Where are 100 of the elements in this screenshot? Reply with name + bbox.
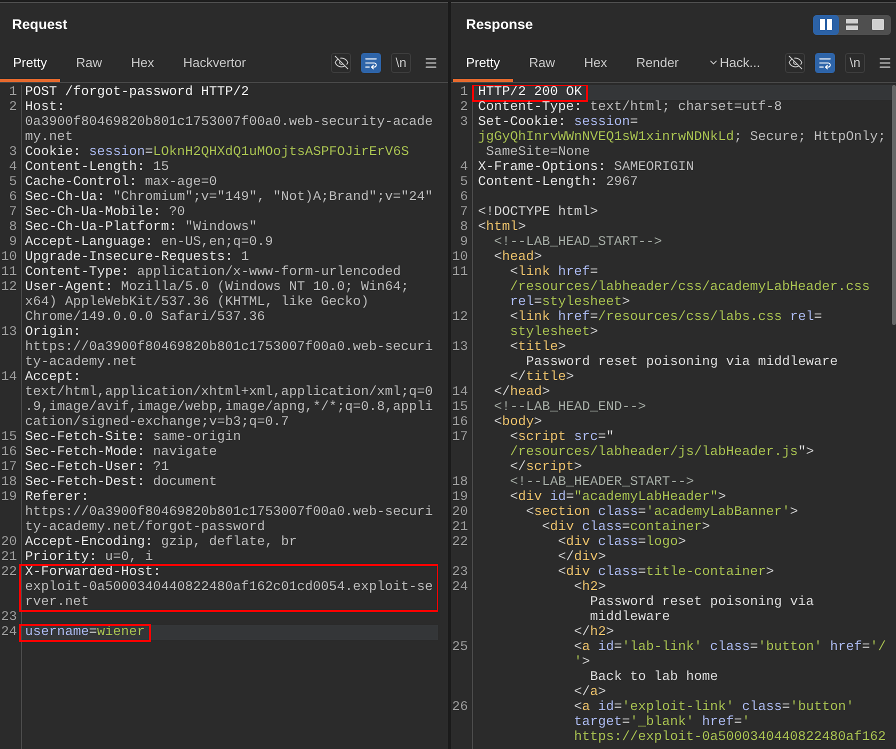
line-number: 16 (1, 445, 17, 460)
code-line: <div class=logo> (558, 535, 686, 550)
code-line: <!--LAB_HEAD_END--> (494, 400, 646, 415)
tab[interactable]: Raw (516, 46, 568, 82)
tab[interactable]: Raw (62, 46, 115, 82)
code-line: x64) AppleWebKit/537.36 (KHTML, like Gecko) (25, 295, 369, 310)
code-line: text/html,application/xhtml+xml,application/xml;q=0 (25, 385, 433, 400)
code-line: Sec-Ch-Ua-Mobile: ?0 (25, 205, 185, 220)
code-line: exploit-0a5000340440822480af162c01cd0054.exploit-se (25, 580, 433, 595)
code-line: Back to lab home (590, 670, 718, 685)
code-line: User-Agent: Mozilla/5.0 (Windows NT 10.0; Win64; (25, 280, 409, 295)
view-button[interactable] (813, 14, 839, 34)
wrap-toggle-button[interactable] (815, 52, 835, 72)
code-line: my.net (25, 130, 73, 145)
code-line: <!--LAB_HEADER_START--> (510, 475, 694, 490)
line-number: 6 (9, 190, 17, 205)
code-line: <section class='academyLabBanner'> (526, 505, 798, 520)
newline-toggle-button[interactable]: \n (845, 52, 865, 72)
code-line: Cache-Control: max-age=0 (25, 175, 217, 190)
line-number: 4 (9, 160, 17, 175)
code-line: <a id='lab-link' class='button' href='/ (574, 640, 886, 655)
tab[interactable]: Pretty (453, 46, 513, 82)
code-line: <body> (494, 415, 542, 430)
code-line: https://exploit-0a5000340440822480af162 (574, 730, 886, 745)
code-line: SameSite=None (486, 145, 590, 160)
code-line: <head> (494, 250, 542, 265)
tab[interactable]: Hex (118, 46, 168, 82)
rows-icon (846, 19, 858, 30)
line-number: 15 (1, 430, 17, 445)
code-line: <link href=/resources/css/labs.css rel= (510, 310, 822, 325)
code-line: Sec-Fetch-User: ?1 (25, 460, 169, 475)
line-number: 22 (452, 535, 468, 550)
line-number: 17 (452, 430, 468, 445)
code-line: </head> (494, 385, 550, 400)
line-number: 19 (1, 490, 17, 505)
line-number: 5 (460, 175, 468, 190)
code-line: Content-Type: text/html; charset=utf-8 (478, 100, 782, 115)
menu-icon (424, 56, 438, 70)
newline-toggle-button[interactable]: \n (391, 52, 411, 72)
code-line: https://0a3900f80469820b801c1753007f00a0.web-securi (25, 505, 433, 520)
code-line: Sec-Ch-Ua: "Chromium";v="149", "Not)A;Brand";v="24" (25, 190, 433, 205)
code-line: Sec-Ch-Ua-Platform: "Windows" (25, 220, 257, 235)
panel-title: Request (12, 15, 68, 34)
code-line: Set-Cookie: session= (478, 115, 638, 130)
line-number: 9 (460, 235, 468, 250)
line-number: 14 (452, 385, 468, 400)
tab[interactable]: Pretty (0, 46, 60, 82)
line-number: 3 (460, 115, 468, 130)
eye-toggle-button[interactable] (785, 52, 805, 72)
line-number: 8 (9, 220, 17, 235)
code-line: <a id='exploit-link' class='button' (574, 700, 854, 715)
wrap-toggle-button[interactable] (361, 52, 381, 72)
line-number: 24 (452, 580, 468, 595)
line-number: 7 (460, 205, 468, 220)
code-line: ty-academy.net (25, 355, 137, 370)
code-line: '> (574, 655, 590, 670)
code-line: <h2> (574, 580, 606, 595)
code-line: middleware (590, 610, 670, 625)
code-line: X-Forwarded-Host: (25, 565, 161, 580)
line-number: 17 (1, 460, 17, 475)
code-line: Content-Length: 15 (25, 160, 169, 175)
code-line: Sec-Fetch-Site: same-origin (25, 430, 241, 445)
code-line: ty-academy.net/forgot-password (25, 520, 265, 535)
line-number: 11 (1, 265, 17, 280)
tab[interactable]: Hex (570, 46, 620, 82)
line-number: 13 (452, 340, 468, 355)
code-line: https://0a3900f80469820b801c1753007f00a0.web-securi (25, 340, 433, 355)
eye-toggle-button[interactable] (331, 52, 351, 72)
tab[interactable]: Render (623, 46, 692, 82)
wrap-text-icon (818, 56, 832, 70)
line-number: 3 (9, 145, 17, 160)
code-line: Password reset poisoning via middleware (526, 355, 838, 370)
code-line: <script src=" (510, 430, 614, 445)
code-line: Priority: u=0, i (25, 550, 153, 565)
line-number: 26 (452, 700, 468, 715)
code-line: <link href= (510, 265, 598, 280)
line-number: 19 (452, 490, 468, 505)
line-number: 23 (452, 565, 468, 580)
code-line: 0a3900f80469820b801c1753007f00a0.web-security-acade (25, 115, 433, 130)
line-number: 1 (9, 85, 17, 100)
scrollbar-thumb[interactable] (892, 85, 896, 325)
code-line: </h2> (574, 625, 614, 640)
line-number: 21 (452, 520, 468, 535)
code-line: <div class=container> (542, 520, 710, 535)
tab[interactable]: Hack... (694, 46, 774, 82)
code-line: /resources/labheader/js/labHeader.js"> (510, 445, 814, 460)
code-line: cation/signed-exchange;v=b3;q=0.7 (25, 415, 289, 430)
code-line: <div class=title-container> (558, 565, 774, 580)
line-number: 10 (1, 250, 17, 265)
line-number: 16 (452, 415, 468, 430)
line-number: 2 (460, 100, 468, 115)
line-number: 21 (1, 550, 17, 565)
code-line: HTTP/2 200 OK (478, 85, 582, 100)
line-number: 15 (452, 400, 468, 415)
code-line: </a> (574, 685, 606, 700)
line-number: 24 (1, 625, 17, 640)
tab[interactable]: Hackvertor (170, 46, 259, 82)
code-line: <!--LAB_HEAD_START--> (494, 235, 662, 250)
code-line: Chrome/149.0.0.0 Safari/537.36 (25, 310, 265, 325)
line-number: 20 (452, 505, 468, 520)
